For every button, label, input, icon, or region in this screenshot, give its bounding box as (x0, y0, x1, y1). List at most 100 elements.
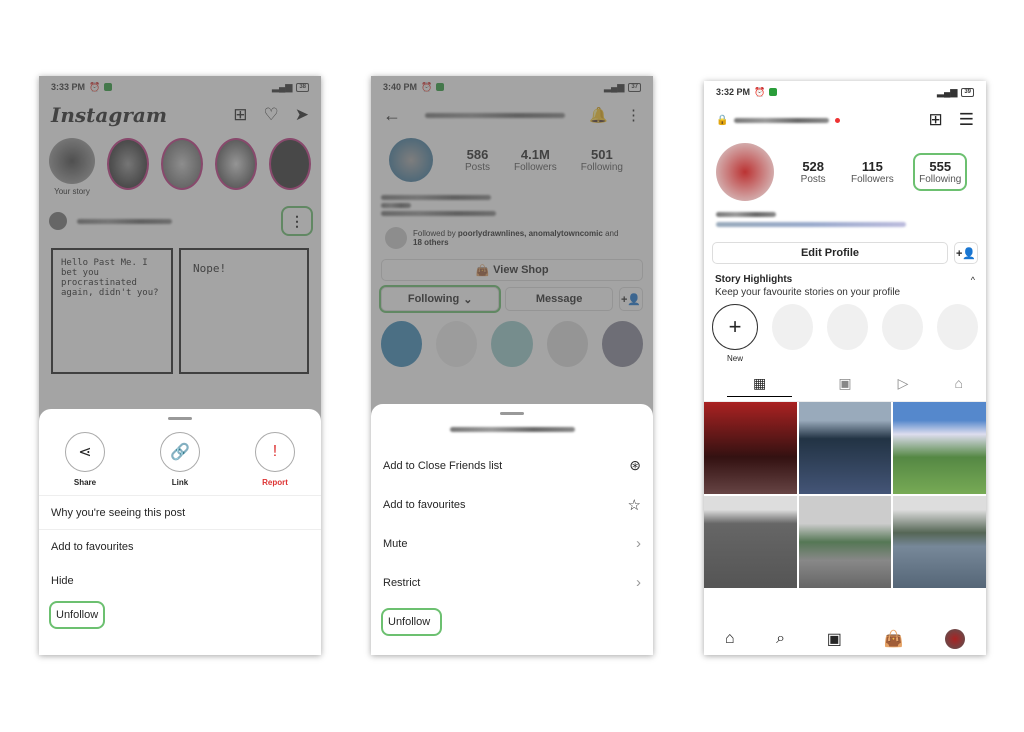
profile-username (425, 112, 566, 118)
highlight-placeholder (937, 304, 978, 350)
link-button[interactable]: 🔗 Link (150, 432, 210, 487)
direct-message-icon[interactable]: ➤ (295, 105, 309, 125)
highlight-item[interactable] (601, 321, 644, 367)
grid-tab-icon[interactable]: ▦ (727, 375, 793, 397)
highlight-item[interactable] (546, 321, 588, 367)
highlight-item[interactable] (436, 321, 478, 367)
stories-row: Your story (39, 132, 321, 202)
signal-icon: ▂▄▆ (937, 86, 958, 97)
highlight-item[interactable] (491, 321, 533, 367)
unfollow-item[interactable]: Unfollow (371, 602, 653, 641)
view-shop-button[interactable]: 👜 View Shop (381, 259, 643, 281)
notification-dot (835, 117, 841, 123)
new-post-icon[interactable]: ⊞ (929, 110, 943, 130)
following-stat[interactable]: 555 Following (913, 153, 968, 191)
more-options-icon[interactable]: ⋮ (281, 206, 313, 236)
post-image: Hello Past Me. I bet you procrastinated … (39, 240, 321, 382)
close-friends-item[interactable]: Add to Close Friends list ⊛ (371, 446, 653, 485)
chevron-right-icon: › (636, 574, 641, 591)
screen-feed: 3:33 PM ⏰ ▂▄▆ 38 Instagram ⊞ ♡ ➤ Your stor… (39, 76, 321, 655)
profile-avatar-icon[interactable] (945, 629, 966, 649)
battery-icon: 37 (628, 82, 641, 92)
bell-icon[interactable]: 🔔 (589, 106, 608, 124)
unfollow-item[interactable]: Unfollow (39, 598, 321, 632)
status-bar: 3:33 PM ⏰ ▂▄▆ 38 (39, 76, 321, 98)
comic-panel-2: Nope! (179, 248, 309, 374)
posts-stat[interactable]: 528 Posts (797, 155, 830, 189)
app-logo: Instagram (51, 103, 167, 127)
followers-stat[interactable]: 4.1M Followers (514, 147, 557, 173)
add-to-favourites-item[interactable]: Add to favourites ☆ (371, 485, 653, 524)
chevron-down-icon: ⌄ (463, 293, 473, 306)
more-options-icon[interactable]: ⋮ (626, 106, 641, 124)
tagged-tab-icon[interactable]: ⌂ (954, 375, 962, 397)
post-username (77, 218, 172, 224)
home-icon[interactable]: ⌂ (725, 630, 735, 648)
story-item[interactable] (107, 138, 149, 190)
post-avatar (49, 212, 67, 230)
menu-icon[interactable]: ☰ (959, 110, 974, 130)
report-button[interactable]: ! Report (245, 432, 305, 487)
why-seeing-post-item[interactable]: Why you're seeing this post (39, 496, 321, 530)
alarm-icon: ⏰ (421, 81, 433, 92)
profile-avatar[interactable] (716, 143, 774, 201)
post-options-sheet: ⋖ Share 🔗 Link ! Report Why you're seeing t… (39, 409, 321, 655)
story-item[interactable] (215, 138, 257, 190)
videos-tab-icon[interactable]: ▷ (898, 375, 909, 397)
highlight-item[interactable] (381, 321, 423, 367)
photo-grid (704, 402, 986, 588)
heart-icon[interactable]: ♡ (264, 105, 279, 125)
collapse-chevron-icon[interactable]: ^ (971, 275, 975, 285)
app-notification-icon (104, 83, 113, 91)
status-time: 3:32 PM (716, 87, 751, 97)
app-notification-icon (436, 83, 445, 91)
new-highlight-button[interactable]: + New (712, 304, 758, 363)
highlight-placeholder (882, 304, 923, 350)
your-story[interactable]: Your story (49, 138, 95, 196)
story-item[interactable] (161, 138, 203, 190)
grid-photo[interactable] (704, 496, 797, 588)
reels-tab-icon[interactable]: ▣ (838, 375, 851, 397)
share-icon: ⋖ (65, 432, 105, 472)
share-button[interactable]: ⋖ Share (55, 432, 115, 487)
new-post-icon[interactable]: ⊞ (233, 105, 247, 125)
alarm-icon: ⏰ (89, 81, 101, 92)
search-icon[interactable]: ⌕ (776, 630, 785, 648)
followed-by[interactable]: Followed by poorlydrawnlines, anomalytow… (371, 223, 653, 253)
grid-photo[interactable] (893, 496, 986, 588)
sheet-handle[interactable] (500, 412, 524, 415)
add-person-icon[interactable]: +👤 (954, 242, 978, 264)
add-person-icon[interactable]: +👤 (619, 287, 643, 311)
status-bar: 3:40 PM ⏰ ▂▄▆ 37 (371, 76, 653, 98)
signal-icon: ▂▄▆ (604, 81, 625, 92)
star-icon: ☆ (627, 496, 641, 514)
grid-photo[interactable] (798, 402, 892, 494)
restrict-item[interactable]: Restrict › (371, 563, 653, 602)
following-button[interactable]: Following ⌄ (378, 285, 502, 313)
screen-other-profile: 3:40 PM ⏰ ▂▄▆ 37 ← 🔔 ⋮ 586 Posts 4.1M Followe… (371, 76, 653, 655)
story-item[interactable] (269, 138, 311, 190)
posts-stat[interactable]: 586 Posts (465, 147, 490, 173)
highlight-placeholder (827, 304, 868, 350)
back-arrow-icon[interactable]: ← (383, 105, 401, 126)
reels-icon[interactable]: ▣ (827, 629, 842, 649)
screen-own-profile: 3:32 PM ⏰ ▂▄▆ 39 🔒 ⊞ ☰ 528 Posts 115 Follower… (704, 81, 986, 655)
signal-icon: ▂▄▆ (272, 81, 293, 92)
grid-photo[interactable] (704, 402, 797, 494)
shop-icon[interactable]: 👜 (884, 629, 904, 649)
message-button[interactable]: Message (505, 287, 613, 311)
edit-profile-button[interactable]: Edit Profile (712, 242, 948, 264)
grid-photo[interactable] (798, 496, 892, 588)
chevron-right-icon: › (636, 535, 641, 552)
grid-photo[interactable] (893, 402, 986, 494)
following-options-sheet: Add to Close Friends list ⊛ Add to favour… (371, 404, 653, 655)
shop-bag-icon: 👜 (475, 264, 490, 277)
followers-stat[interactable]: 115 Followers (847, 155, 898, 189)
highlights-row (371, 311, 653, 377)
mute-item[interactable]: Mute › (371, 524, 653, 563)
profile-username[interactable] (734, 117, 830, 123)
hide-item[interactable]: Hide (39, 564, 321, 598)
status-bar: 3:32 PM ⏰ ▂▄▆ 39 (704, 81, 986, 103)
following-stat[interactable]: 501 Following (581, 147, 623, 173)
add-to-favourites-item[interactable]: Add to favourites (39, 530, 321, 564)
